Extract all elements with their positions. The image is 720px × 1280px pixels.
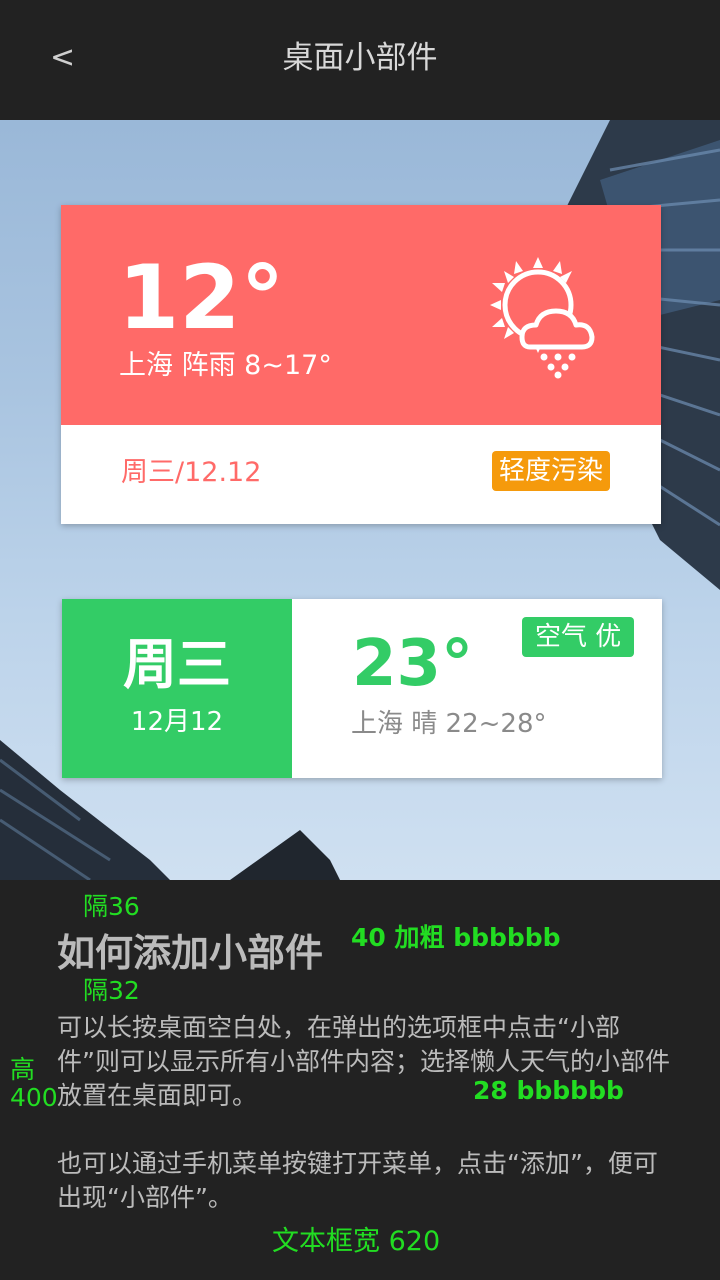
weather-widget-green[interactable]: 周三 12月12 空气 优 23° 上海 晴 22~28°: [62, 599, 662, 778]
page-title: 桌面小部件: [282, 40, 438, 76]
spacing-annotation: 隔32: [83, 976, 140, 1005]
widget-red-footer: 周三/12.12 轻度污染: [61, 425, 661, 524]
text-style-annotation: 28 bbbbbb: [473, 1076, 624, 1105]
help-section: 隔36 如何添加小部件 40 加粗 bbbbbb 隔32 可以长按桌面空白处，在…: [0, 880, 720, 1280]
date-label: 12月12: [130, 707, 224, 737]
air-quality-badge: 空气 优: [522, 617, 635, 657]
location-summary: 上海 阵雨 8~17°: [119, 350, 332, 381]
widget-green-day-panel: 周三 12月12: [62, 599, 292, 778]
current-temperature: 12°: [118, 246, 285, 349]
title-style-annotation: 40 加粗 bbbbbb: [351, 923, 561, 952]
height-annotation: 高 400: [10, 1055, 58, 1112]
top-bar: < 桌面小部件: [0, 0, 720, 120]
width-annotation: 文本框宽 620: [272, 1226, 441, 1257]
help-paragraph: 也可以通过手机菜单按键打开菜单，点击“添加”，便可出现“小部件”。: [57, 1149, 658, 1212]
wallpaper-preview: 12° 上海 阵雨 8~17° 周三/12.12 轻度污染 周三 12月12 空…: [0, 120, 720, 880]
help-text: 可以长按桌面空白处，在弹出的选项框中点击“小部件”则可以显示所有小部件内容；选择…: [57, 1011, 677, 1215]
spacing-annotation: 隔36: [83, 892, 140, 921]
widget-date: 周三/12.12: [121, 457, 262, 488]
weather-widget-red[interactable]: 12° 上海 阵雨 8~17° 周三/12.12 轻度污染: [61, 205, 661, 524]
widget-green-info-panel: 空气 优 23° 上海 晴 22~28°: [292, 599, 662, 778]
air-quality-badge: 轻度污染: [492, 451, 611, 491]
current-temperature: 23°: [352, 627, 474, 701]
weekday-label: 周三: [123, 633, 231, 696]
sun-cloud-rain-icon: [490, 257, 595, 379]
widget-red-header: 12° 上海 阵雨 8~17°: [61, 205, 661, 425]
help-title: 如何添加小部件: [57, 931, 324, 975]
location-summary: 上海 晴 22~28°: [351, 709, 547, 739]
